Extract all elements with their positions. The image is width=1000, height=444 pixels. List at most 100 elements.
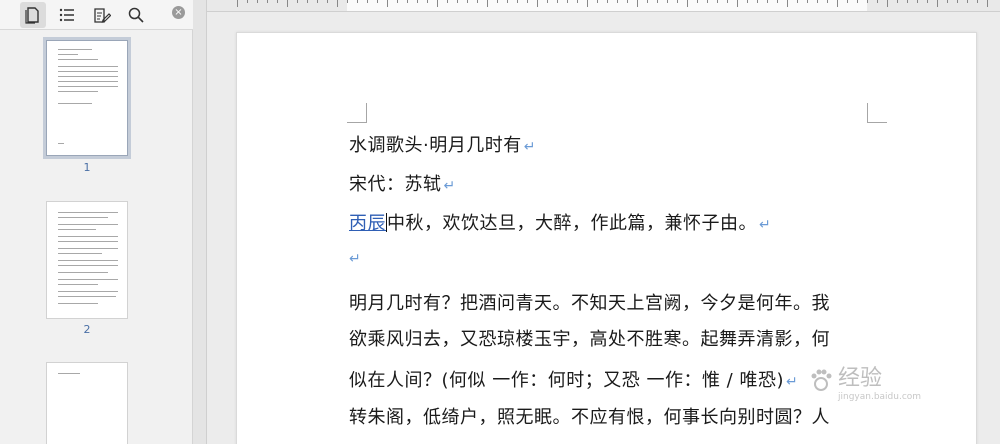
ruler-tick bbox=[457, 0, 458, 3]
ruler-tick bbox=[337, 0, 338, 7]
ruler-tick bbox=[287, 0, 288, 7]
thumbnail-label-1: 1 bbox=[83, 161, 91, 174]
doc-line-title[interactable]: 水调歌头·明月几时有 ↵ bbox=[349, 131, 536, 157]
ruler-tick bbox=[327, 0, 328, 3]
doc-line-body-2[interactable]: 欲乘风归去，又恐琼楼玉宇，高处不胜寒。起舞弄清影，何 bbox=[349, 325, 830, 351]
ruler-tick bbox=[257, 0, 258, 3]
margin-corner-left bbox=[347, 103, 367, 123]
ruler-tick bbox=[507, 0, 508, 3]
ruler-tick bbox=[577, 0, 578, 3]
doc-line-body-1[interactable]: 明月几时有？把酒问青天。不知天上宫阙，今夕是何年。我 bbox=[349, 289, 830, 315]
ruler-tick bbox=[427, 0, 428, 3]
ruler-tick bbox=[787, 0, 788, 7]
ruler-tick bbox=[947, 0, 948, 3]
ruler-tick bbox=[617, 0, 618, 3]
ruler-tick bbox=[677, 0, 678, 3]
watermark-subtext: jingyan.baidu.com bbox=[838, 392, 922, 402]
ruler-tick bbox=[747, 0, 748, 3]
ruler-tick bbox=[937, 0, 938, 7]
watermark: 经验 jingyan.baidu.com bbox=[808, 360, 921, 402]
ruler-tick bbox=[437, 0, 438, 7]
ruler-tick bbox=[467, 0, 468, 3]
ruler-tick bbox=[487, 0, 488, 7]
ruler-tick bbox=[237, 0, 238, 7]
misspelled-word[interactable]: 丙辰 bbox=[349, 213, 386, 234]
ruler-tick bbox=[297, 0, 298, 3]
doc-line-text: 中秋，欢饮达旦，大醉，作此篇，兼怀子由。 bbox=[387, 213, 757, 234]
margin-corner-right bbox=[867, 103, 887, 123]
ruler-tick bbox=[927, 0, 928, 3]
ruler-tick bbox=[647, 0, 648, 3]
ruler-tick bbox=[877, 0, 878, 3]
ruler-tick bbox=[417, 0, 418, 3]
paragraph-mark: ↵ bbox=[349, 251, 362, 267]
ruler-tick bbox=[827, 0, 828, 3]
ruler-tick bbox=[447, 0, 448, 3]
ruler-tick bbox=[867, 0, 868, 3]
ruler-tick bbox=[707, 0, 708, 3]
ruler-tick bbox=[307, 0, 308, 3]
ruler-tick bbox=[557, 0, 558, 3]
ruler-tick bbox=[537, 0, 538, 7]
paragraph-mark: ↵ bbox=[786, 374, 799, 390]
ruler-tick bbox=[587, 0, 588, 7]
horizontal-ruler[interactable] bbox=[207, 0, 1000, 12]
page-thumbnail-1[interactable] bbox=[43, 37, 131, 159]
pages-icon[interactable] bbox=[20, 2, 46, 28]
ruler-tick bbox=[857, 0, 858, 3]
ruler-tick bbox=[767, 0, 768, 3]
paragraph-mark: ↵ bbox=[523, 139, 536, 155]
ruler-tick bbox=[737, 0, 738, 7]
navigation-pane: × 1 2 bbox=[0, 0, 193, 444]
ruler-tick bbox=[807, 0, 808, 3]
ruler-tick bbox=[727, 0, 728, 3]
outline-icon[interactable] bbox=[54, 2, 80, 28]
doc-line-body-4[interactable]: 转朱阁，低绮户，照无眠。不应有恨，何事长向别时圆？人 bbox=[349, 403, 830, 429]
ruler-tick bbox=[797, 0, 798, 3]
ruler-tick bbox=[687, 0, 688, 7]
ruler-tick bbox=[247, 0, 248, 3]
ruler-tick bbox=[967, 0, 968, 3]
thumbnail-label-2: 2 bbox=[83, 323, 91, 336]
ruler-tick bbox=[497, 0, 498, 3]
doc-line-empty[interactable]: ↵ bbox=[349, 247, 361, 268]
ruler-tick bbox=[377, 0, 378, 3]
ruler-tick bbox=[597, 0, 598, 3]
ruler-tick bbox=[517, 0, 518, 3]
search-icon[interactable] bbox=[123, 2, 149, 28]
close-icon[interactable]: × bbox=[172, 6, 185, 19]
ruler-tick bbox=[697, 0, 698, 3]
ruler-tick bbox=[477, 0, 478, 3]
doc-line-text: 似在人间？(何似 一作：何时；又恐 一作：惟 / 唯恐) bbox=[349, 370, 784, 391]
doc-line-author[interactable]: 宋代：苏轼 ↵ bbox=[349, 170, 456, 196]
ruler-tick bbox=[847, 0, 848, 3]
ruler-tick bbox=[917, 0, 918, 3]
ruler-tick bbox=[627, 0, 628, 3]
ruler-tick bbox=[277, 0, 278, 3]
ruler-tick bbox=[757, 0, 758, 3]
ruler-tick bbox=[367, 0, 368, 3]
vertical-ruler bbox=[193, 0, 207, 444]
ruler-tick bbox=[817, 0, 818, 3]
ruler-tick bbox=[387, 0, 388, 7]
doc-line-text: 水调歌头·明月几时有 bbox=[349, 135, 522, 156]
ruler-tick bbox=[317, 0, 318, 3]
edit-icon[interactable] bbox=[89, 2, 115, 28]
ruler-tick bbox=[887, 0, 888, 7]
paragraph-mark: ↵ bbox=[759, 217, 772, 233]
paw-icon bbox=[811, 369, 832, 391]
ruler-tick bbox=[347, 0, 348, 3]
page-thumbnail-3[interactable] bbox=[46, 362, 128, 444]
doc-line-body-3[interactable]: 似在人间？(何似 一作：何时；又恐 一作：惟 / 唯恐) ↵ bbox=[349, 366, 798, 392]
ruler-tick bbox=[987, 0, 988, 7]
doc-line-text: 转朱阁，低绮户，照无眠。不应有恨，何事长向别时圆？人 bbox=[349, 407, 830, 428]
ruler-tick bbox=[267, 0, 268, 3]
paragraph-mark: ↵ bbox=[443, 178, 456, 194]
ruler-tick bbox=[977, 0, 978, 3]
doc-line-preface[interactable]: 丙辰中秋，欢饮达旦，大醉，作此篇，兼怀子由。 ↵ bbox=[349, 209, 771, 235]
ruler-tick bbox=[637, 0, 638, 7]
page-thumbnail-2[interactable] bbox=[46, 201, 128, 319]
ruler-tick bbox=[777, 0, 778, 3]
ruler-tick bbox=[397, 0, 398, 3]
ruler-tick bbox=[607, 0, 608, 3]
